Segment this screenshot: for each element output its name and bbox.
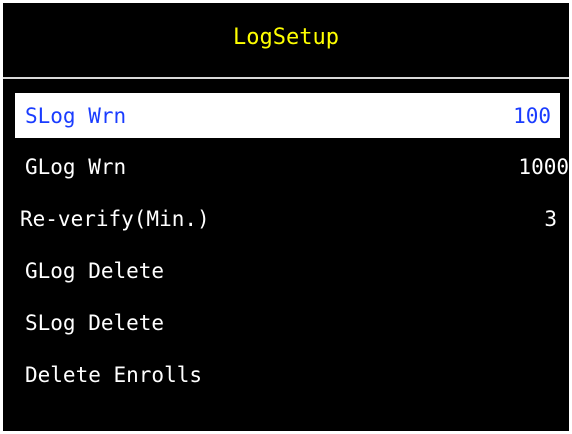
menu-item-label: SLog Wrn xyxy=(25,103,127,128)
menu-item-value: 3 xyxy=(544,207,557,231)
menu-item-label: GLog Wrn xyxy=(25,155,127,179)
menu-item-delete-enrolls[interactable]: Delete Enrolls xyxy=(3,349,569,401)
header-bar: LogSetup xyxy=(3,3,569,79)
device-screen: LogSetup SLog Wrn 100 GLog Wrn 1000 Re-v… xyxy=(3,3,569,431)
menu-item-glog-warning[interactable]: GLog Wrn 1000 xyxy=(3,141,569,193)
menu-item-label: Delete Enrolls xyxy=(25,363,203,387)
menu-item-label: GLog Delete xyxy=(25,259,165,283)
menu-item-glog-delete[interactable]: GLog Delete xyxy=(3,245,569,297)
menu-item-slog-warning[interactable]: SLog Wrn 100 xyxy=(15,93,560,138)
menu-item-value: 1000 xyxy=(518,155,569,179)
page-title: LogSetup xyxy=(233,24,339,50)
menu-item-label: SLog Delete xyxy=(25,311,165,335)
menu-item-reverify-minutes[interactable]: Re-verify(Min.) 3 xyxy=(3,193,569,245)
menu-item-slog-delete[interactable]: SLog Delete xyxy=(3,297,569,349)
menu-item-value: 100 xyxy=(513,103,551,128)
menu-item-label: Re-verify(Min.) xyxy=(20,207,210,231)
menu-list: SLog Wrn 100 GLog Wrn 1000 Re-verify(Min… xyxy=(3,83,569,401)
